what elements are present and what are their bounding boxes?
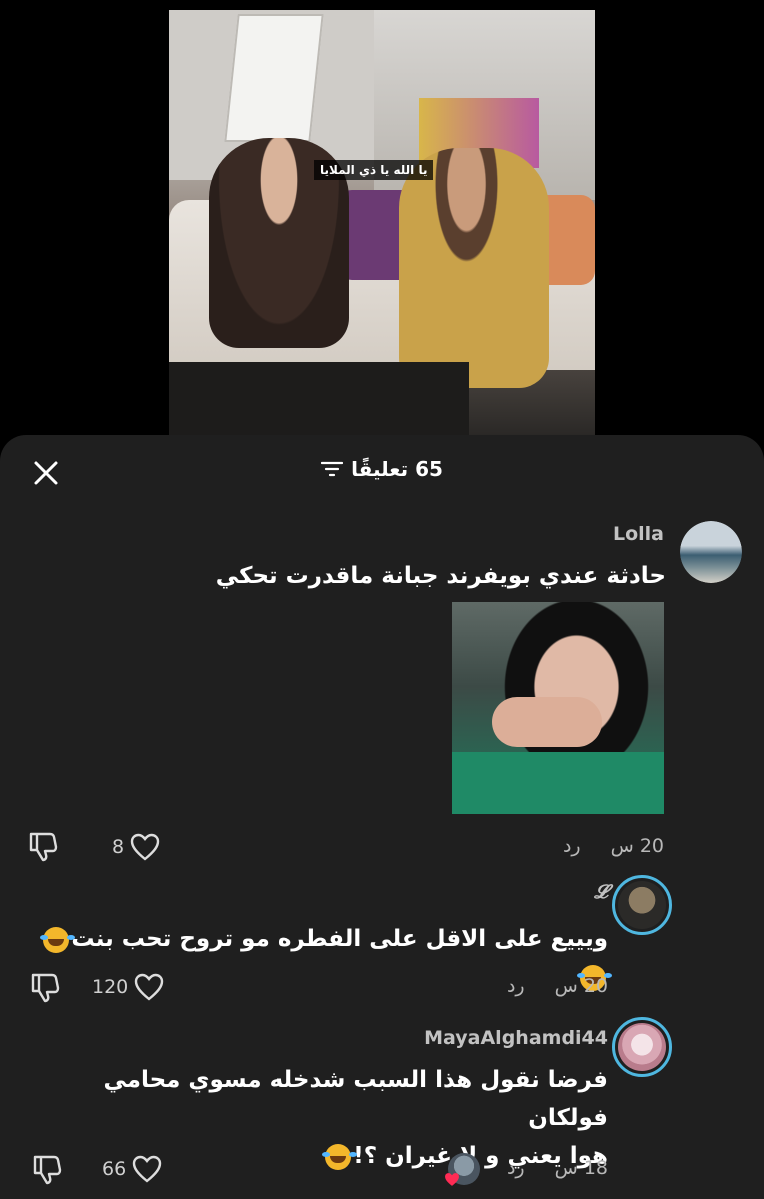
dislike-button[interactable]: [30, 1153, 64, 1187]
comment-username[interactable]: MayaAlghamdi44: [424, 1027, 608, 1049]
comment-username[interactable]: Lolla: [613, 523, 664, 545]
comment-time: 20 س: [554, 975, 608, 997]
like-count: 8: [112, 836, 125, 858]
comment-text-body: ويييع على الاقل على الفطره مو تروح تحب ب…: [71, 926, 608, 952]
like-count: 66: [102, 1158, 127, 1180]
video-frame: يا الله يا ذي الملايا: [169, 10, 595, 436]
like-button[interactable]: 66: [102, 1155, 162, 1183]
video-caption: يا الله يا ذي الملايا: [314, 160, 434, 180]
avatar[interactable]: [612, 875, 672, 935]
sheet-header: 65 تعليقًا: [0, 435, 764, 507]
thumbs-down-icon: [33, 1155, 62, 1185]
avatar[interactable]: [612, 1017, 672, 1077]
like-button[interactable]: 120: [92, 973, 164, 1001]
dislike-button[interactable]: [28, 971, 62, 1005]
thumbs-down-icon: [31, 973, 60, 1003]
video-table: [169, 362, 469, 436]
rofl-emoji-icon: [40, 926, 70, 953]
rofl-emoji-icon: [322, 1143, 352, 1170]
like-button[interactable]: 8: [112, 833, 160, 861]
comment-attached-image[interactable]: [452, 602, 664, 814]
comments-count: 65 تعليقًا: [351, 457, 443, 481]
reply-button[interactable]: رد: [563, 835, 581, 857]
comments-sheet: 65 تعليقًا Lolla حادثة عندي بويفرند جبان…: [0, 435, 764, 1199]
video-person: [399, 148, 549, 388]
comment-item: MayaAlghamdi44 فرضا نقول هذا السبب شدخله…: [0, 1017, 764, 1199]
reply-button[interactable]: رد: [507, 975, 525, 997]
filter-icon[interactable]: [321, 460, 344, 478]
heart-icon: [135, 973, 164, 1001]
comment-meta: 20 س رد: [507, 975, 608, 997]
red-heart-icon: [445, 1173, 459, 1186]
dislike-button[interactable]: [26, 830, 60, 864]
video-player[interactable]: يا الله يا ذي الملايا: [0, 0, 764, 440]
comment-username[interactable]: 𝓛: [594, 881, 608, 903]
reply-button[interactable]: رد: [507, 1157, 525, 1179]
heart-icon: [132, 1155, 162, 1183]
comment-item: 𝓛 ويييع على الاقل على الفطره مو تروح تحب…: [0, 875, 764, 1005]
comment-meta: 20 س رد: [563, 835, 664, 857]
video-whiteboard: [224, 14, 324, 142]
comment-time: 18 س: [554, 1157, 608, 1179]
avatar[interactable]: [680, 521, 742, 583]
like-count: 120: [92, 976, 129, 998]
comment-time: 20 س: [610, 835, 664, 857]
comment-item: Lolla حادثة عندي بويفرند جبانة ماقدرت تح…: [0, 515, 764, 865]
comment-text-line: فرضا نقول هذا السبب شدخله مسوي محامي فول…: [103, 1067, 608, 1131]
creator-liked-badge: [445, 1153, 480, 1186]
comment-text: حادثة عندي بويفرند جبانة ماقدرت تحكي: [215, 563, 666, 589]
thumbs-down-icon: [29, 832, 58, 862]
comments-title: 65 تعليقًا: [0, 457, 764, 481]
comment-meta: 18 س رد: [507, 1157, 608, 1179]
heart-icon: [130, 833, 160, 861]
